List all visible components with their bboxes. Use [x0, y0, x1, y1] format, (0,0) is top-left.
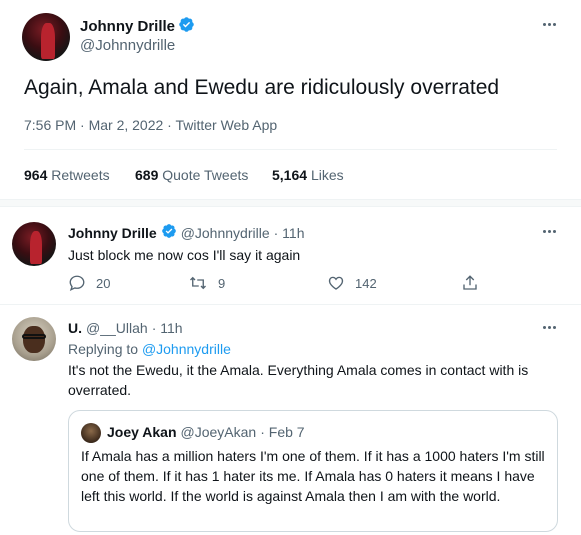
tweet-text: Again, Amala and Ewedu are ridiculously … [24, 76, 500, 99]
avatar[interactable] [22, 13, 70, 61]
mention-link[interactable]: @Johnnydrille [142, 341, 231, 357]
replying-to: Replying to @Johnnydrille [68, 341, 231, 357]
retweets-stat[interactable]: 964 Retweets [24, 167, 110, 183]
author-name[interactable]: Johnny Drille [80, 18, 175, 35]
section-separator [0, 199, 581, 207]
author-handle[interactable]: @Johnnydrille [181, 225, 270, 241]
verified-badge-icon [161, 223, 177, 242]
more-options-icon[interactable] [543, 326, 556, 329]
quoted-tweet[interactable]: Joey Akan @JoeyAkan · Feb 7 If Amala has… [68, 410, 558, 532]
more-options-icon[interactable] [543, 230, 556, 233]
verified-badge-icon [178, 16, 195, 37]
reply-count: 20 [96, 275, 111, 291]
divider [0, 304, 581, 305]
retweet-icon [190, 276, 206, 290]
share-button[interactable] [461, 274, 479, 292]
heart-icon [328, 276, 344, 290]
like-button[interactable]: 142 [327, 274, 377, 292]
quoted-tweet-text: If Amala has a million haters I'm one of… [81, 448, 545, 504]
like-count: 142 [355, 275, 377, 291]
share-icon [463, 275, 477, 290]
reply-icon [69, 275, 85, 292]
avatar[interactable] [12, 222, 56, 266]
retweet-button[interactable]: 9 [188, 274, 225, 292]
more-options-icon[interactable] [543, 23, 556, 26]
tweet-time[interactable]: · 11h [152, 320, 183, 336]
author-handle[interactable]: @__Ullah [86, 320, 148, 336]
avatar[interactable] [12, 317, 56, 361]
tweet-timestamp[interactable]: 7:56 PM · Mar 2, 2022 · Twitter Web App [24, 117, 277, 133]
likes-stat[interactable]: 5,164 Likes [272, 167, 344, 183]
author-name[interactable]: U. [68, 320, 82, 336]
author-handle[interactable]: @Johnnydrille [80, 37, 175, 54]
tweet-time[interactable]: · 11h [274, 225, 305, 241]
author-name: Joey Akan [107, 424, 177, 440]
quote-tweets-stat[interactable]: 689 Quote Tweets [135, 167, 248, 183]
author-name[interactable]: Johnny Drille [68, 225, 157, 241]
author-handle: @JoeyAkan [180, 424, 257, 440]
retweet-count: 9 [218, 275, 226, 291]
reply-button[interactable]: 20 [68, 274, 110, 292]
divider [24, 149, 557, 150]
tweet-time: · Feb 7 [260, 424, 305, 440]
tweet-text: It's not the Ewedu, it the Amala. Everyt… [68, 362, 529, 398]
tweet-text: Just block me now cos I'll say it again [68, 247, 301, 263]
avatar [81, 423, 101, 443]
